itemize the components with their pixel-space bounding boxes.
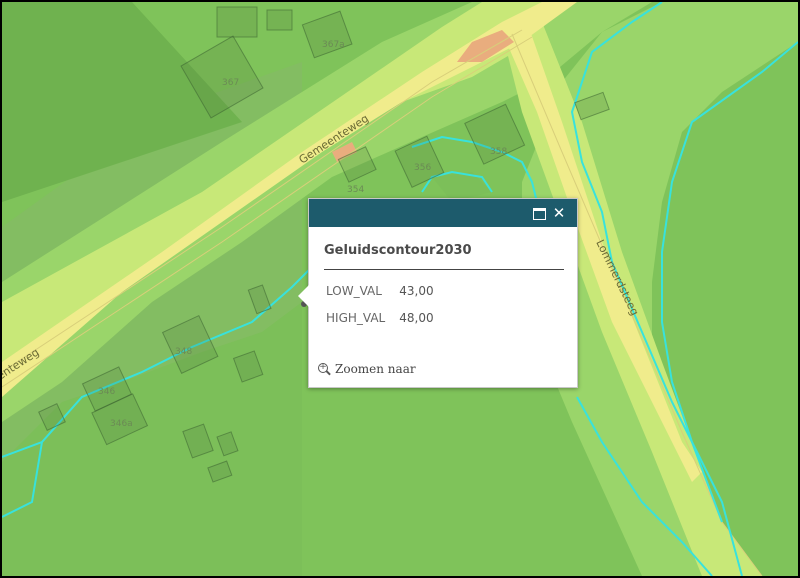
house-number: 346 (98, 387, 115, 397)
attribute-key: LOW_VAL (326, 283, 382, 298)
map-view[interactable]: Gemeenteweg enteweg Lommerdsteeg 367a 36… (0, 0, 800, 578)
building (216, 6, 258, 38)
house-number: 358 (490, 147, 507, 157)
maximize-icon[interactable] (531, 205, 547, 221)
title-divider (324, 269, 564, 270)
zoom-in-icon: + (318, 362, 331, 376)
zoom-to-label: Zoomen naar (335, 362, 416, 376)
table-row: HIGH_VAL 48,00 (324, 304, 436, 331)
popup-header: ✕ (309, 199, 577, 227)
feature-popup: ✕ Geluidscontour2030 LOW_VAL 43,00 HIGH_… (298, 198, 578, 388)
attribute-value: 48,00 (399, 310, 434, 325)
house-number: 367 (222, 78, 239, 88)
zoom-to-link[interactable]: + Zoomen naar (318, 362, 416, 376)
attribute-table: LOW_VAL 43,00 HIGH_VAL 48,00 (324, 277, 436, 331)
building (266, 9, 293, 31)
house-number: 354 (347, 185, 364, 195)
popup-pointer (298, 285, 309, 307)
house-number: 356 (414, 163, 431, 173)
house-number: 348 (175, 347, 192, 357)
attribute-value: 43,00 (399, 283, 434, 298)
popup-title: Geluidscontour2030 (324, 243, 472, 258)
attribute-key: HIGH_VAL (326, 310, 386, 325)
close-icon[interactable]: ✕ (551, 205, 567, 221)
house-number: 367a (322, 40, 345, 50)
house-number: 346a (110, 419, 133, 429)
table-row: LOW_VAL 43,00 (324, 277, 436, 304)
